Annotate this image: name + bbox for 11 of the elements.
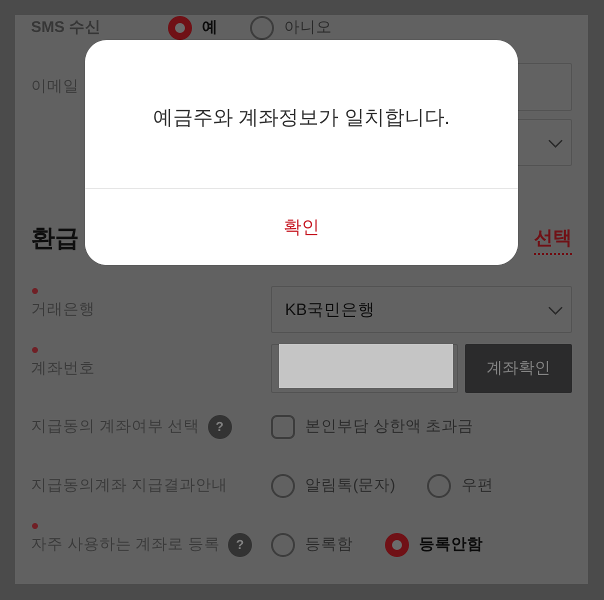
radio-option[interactable]: 등록안함 <box>385 532 483 556</box>
chevron-down-icon <box>548 139 563 148</box>
bank-select[interactable]: KB국민은행 <box>271 286 572 333</box>
help-button[interactable]: ? <box>208 414 232 438</box>
account-number-input[interactable] <box>271 344 458 393</box>
select-link[interactable]: 선택 <box>534 223 572 255</box>
account-check-button[interactable]: 계좌확인 <box>465 344 572 393</box>
dialog-message: 예금주와 계좌정보가 일치합니다. <box>153 106 450 130</box>
help-button[interactable]: ? <box>228 532 252 556</box>
chevron-down-icon <box>548 306 563 315</box>
section-title: 환급 <box>31 224 79 254</box>
